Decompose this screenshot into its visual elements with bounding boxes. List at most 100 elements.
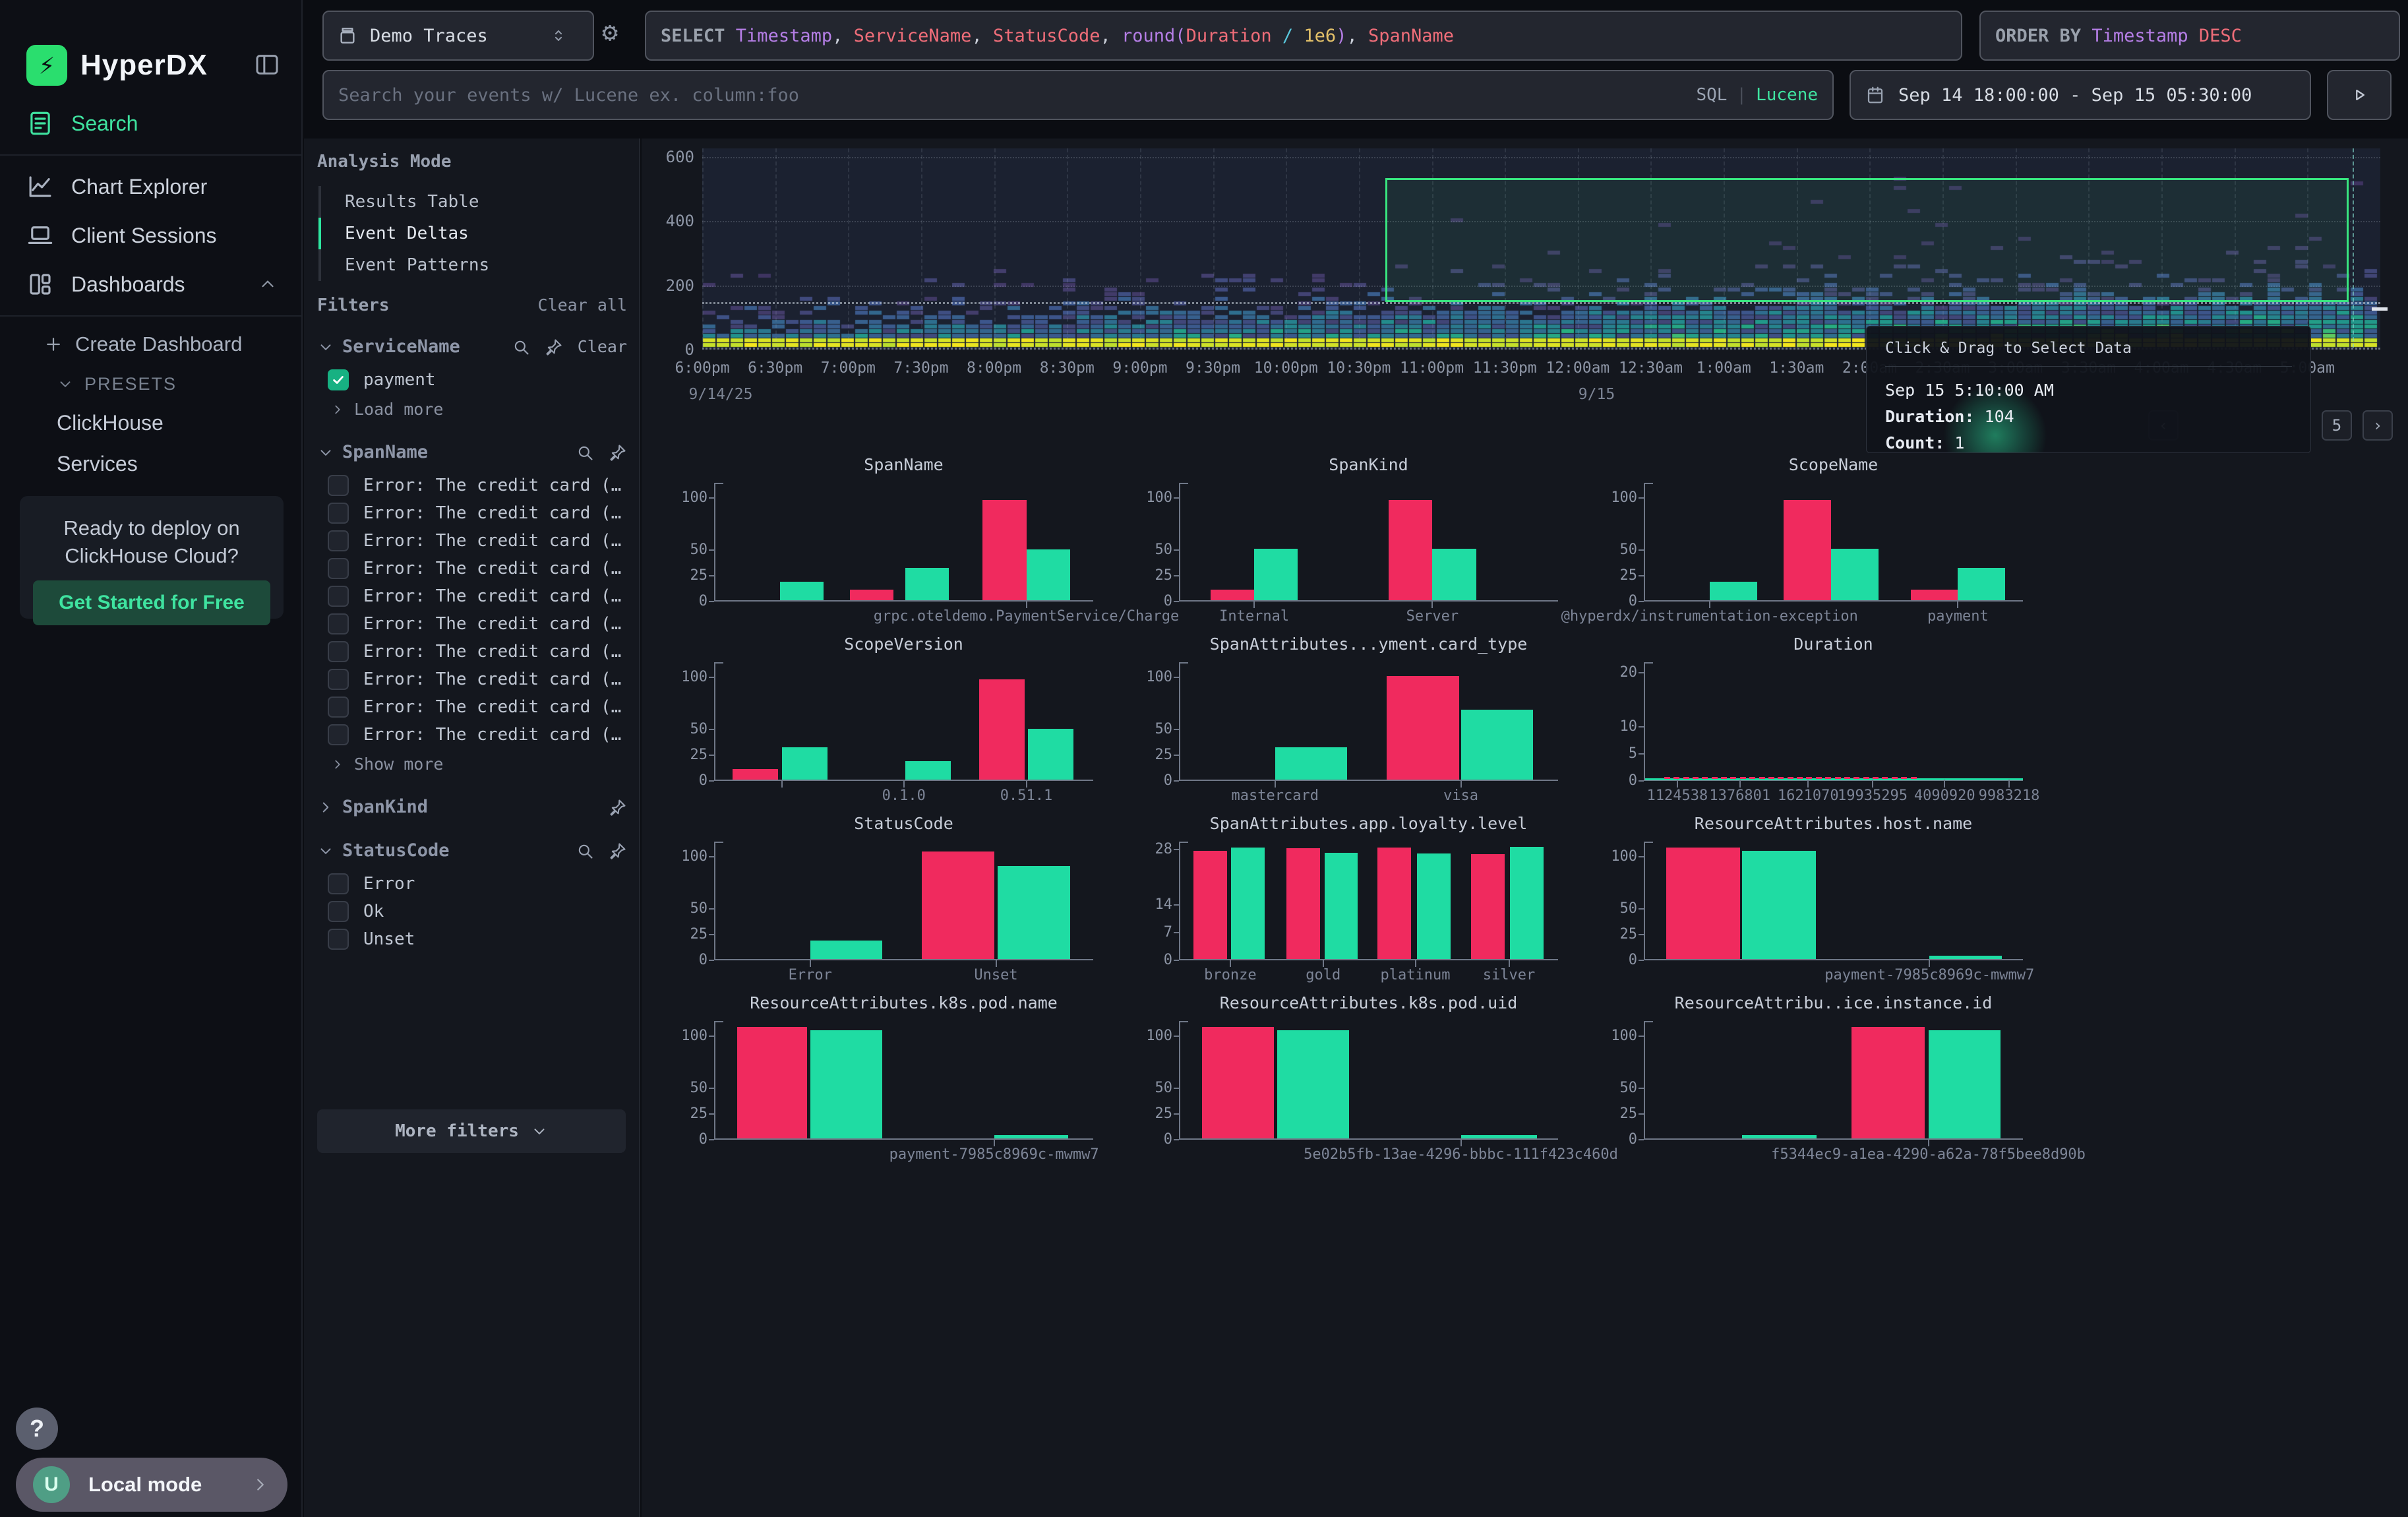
- checkbox[interactable]: [328, 558, 349, 579]
- checkbox[interactable]: [328, 613, 349, 635]
- preset-item-services[interactable]: Services: [0, 443, 301, 484]
- mini-chart-scopename[interactable]: ScopeName02550100@hyperdx/instrumentatio…: [1606, 455, 2051, 635]
- page-next-button[interactable]: ›: [2363, 410, 2393, 441]
- filter-option-error-the-credit-card-[interactable]: Error: The credit card (…: [328, 558, 621, 579]
- filter-option-error-the-credit-card-[interactable]: Error: The credit card (…: [328, 530, 621, 551]
- filter-option-unset[interactable]: Unset: [328, 929, 415, 950]
- help-button[interactable]: ?: [16, 1408, 58, 1450]
- mini-chart-resourceattributes-host-name[interactable]: ResourceAttributes.host.name02550100paym…: [1606, 814, 2051, 993]
- duration-heatmap[interactable]: 0200400600 6:00pm6:30pm7:00pm7:30pm8:00p…: [642, 139, 2408, 455]
- date-range-picker[interactable]: Sep 14 18:00:00 - Sep 15 05:30:00: [1850, 70, 2311, 120]
- mini-chart-spanattributes-app-loyalty-level[interactable]: SpanAttributes.app.loyalty.level071428br…: [1141, 814, 1586, 993]
- mini-chart-spankind[interactable]: SpanKind02550100InternalServer: [1141, 455, 1586, 635]
- analysis-mode-results-table[interactable]: Results Table: [318, 186, 489, 218]
- section-clear-button[interactable]: Clear: [578, 337, 627, 356]
- search-icon[interactable]: [576, 443, 594, 462]
- filter-option-error-the-credit-card-[interactable]: Error: The credit card (…: [328, 503, 621, 524]
- filter-option-payment[interactable]: payment: [328, 369, 436, 390]
- clear-all-button[interactable]: Clear all: [538, 295, 627, 315]
- collapse-sidebar-icon[interactable]: [254, 51, 280, 78]
- mini-chart-statuscode[interactable]: StatusCode02550100ErrorUnset: [676, 814, 1121, 993]
- checkbox[interactable]: [328, 724, 349, 745]
- green-bar: [905, 761, 951, 780]
- create-dashboard-button[interactable]: Create Dashboard: [0, 323, 301, 365]
- chevron-down-icon: [317, 444, 334, 461]
- presets-header[interactable]: PRESETS: [0, 365, 301, 402]
- query-token: ServiceName: [854, 26, 972, 46]
- checkbox[interactable]: [328, 503, 349, 524]
- y-tick-label: 50: [1139, 721, 1172, 737]
- filter-option-error-the-credit-card-[interactable]: Error: The credit card (…: [328, 586, 621, 607]
- sql-toggle[interactable]: SQL: [1696, 85, 1727, 105]
- filter-section-statuscode[interactable]: StatusCode: [317, 840, 627, 861]
- filter-option-error-the-credit-card-[interactable]: Error: The credit card (…: [328, 613, 621, 635]
- filter-section-servicename[interactable]: ServiceNameClear: [317, 336, 627, 357]
- heatmap-x-tick: 7:30pm: [893, 359, 948, 377]
- y-tick-label: 28: [1139, 841, 1172, 857]
- checkbox[interactable]: [328, 586, 349, 607]
- account-menu[interactable]: U Local mode: [16, 1458, 287, 1512]
- mini-chart-spanname[interactable]: SpanName02550100grpc.oteldemo.PaymentSer…: [676, 455, 1121, 635]
- chevron-down-icon: [57, 375, 74, 392]
- filter-option-error-the-credit-card-[interactable]: Error: The credit card (…: [328, 669, 621, 690]
- checkbox[interactable]: [328, 873, 349, 894]
- page-number[interactable]: 5: [2322, 410, 2352, 441]
- pin-icon[interactable]: [609, 842, 627, 860]
- orderby-input[interactable]: ORDER BY Timestamp DESC: [1979, 11, 2400, 61]
- sidebar-item-dashboards[interactable]: Dashboards: [0, 260, 301, 309]
- filter-section-spanname[interactable]: SpanName: [317, 442, 627, 462]
- pin-icon[interactable]: [609, 798, 627, 817]
- green-bar: [810, 1030, 882, 1138]
- y-tick-label: 100: [1139, 489, 1172, 506]
- filter-option-error[interactable]: Error: [328, 873, 415, 894]
- filter-option-error-the-credit-card-[interactable]: Error: The credit card (…: [328, 697, 621, 718]
- query-token: ORDER BY: [1995, 26, 2092, 46]
- search-icon[interactable]: [512, 338, 530, 356]
- y-tick-label: 0: [1139, 593, 1172, 609]
- selection-drag-handle[interactable]: [2372, 307, 2388, 311]
- lucene-toggle[interactable]: Lucene: [1756, 85, 1818, 105]
- filter-option-error-the-credit-card-[interactable]: Error: The credit card (…: [328, 475, 621, 496]
- analysis-mode-event-patterns[interactable]: Event Patterns: [318, 249, 489, 281]
- more-filters-button[interactable]: More filters: [317, 1109, 626, 1153]
- mini-chart-spanattributes-yment-card-type[interactable]: SpanAttributes...yment.card_type02550100…: [1141, 635, 1586, 814]
- checkbox[interactable]: [328, 475, 349, 496]
- sidebar-item-chart-explorer[interactable]: Chart Explorer: [0, 162, 301, 211]
- checkbox[interactable]: [328, 641, 349, 662]
- search-input[interactable]: [338, 85, 1683, 106]
- filter-option-error-the-credit-card-[interactable]: Error: The credit card (…: [328, 641, 621, 662]
- preset-item-clickhouse[interactable]: ClickHouse: [0, 402, 301, 443]
- mini-chart-scopeversion[interactable]: ScopeVersion025501000.1.00.51.1: [676, 635, 1121, 814]
- filter-section-spankind[interactable]: SpanKind: [317, 797, 627, 817]
- laptop-icon: [26, 222, 54, 249]
- selection-box[interactable]: [1385, 178, 2349, 302]
- search-icon[interactable]: [576, 842, 594, 860]
- select-query-input[interactable]: SELECT Timestamp, ServiceName, StatusCod…: [645, 11, 1962, 61]
- mini-chart-resourceattributes-k8s-pod-name[interactable]: ResourceAttributes.k8s.pod.name02550100p…: [676, 993, 1121, 1173]
- load-more-button[interactable]: Load more: [330, 400, 443, 419]
- show-more-button[interactable]: Show more: [330, 755, 443, 774]
- run-query-button[interactable]: [2327, 70, 2392, 120]
- checkbox[interactable]: [328, 530, 349, 551]
- red-bar: [979, 679, 1025, 780]
- analysis-mode-event-deltas[interactable]: Event Deltas: [318, 218, 489, 249]
- checkbox[interactable]: [328, 901, 349, 922]
- checkbox[interactable]: [328, 669, 349, 690]
- mini-chart-duration[interactable]: Duration05102011245381376801162107019935…: [1606, 635, 2051, 814]
- filter-option-error-the-credit-card-[interactable]: Error: The credit card (…: [328, 724, 621, 745]
- mini-chart-resourceattribu-ice-instance-id[interactable]: ResourceAttribu..ice.instance.id02550100…: [1606, 993, 2051, 1173]
- filter-option-ok[interactable]: Ok: [328, 901, 384, 922]
- checkbox[interactable]: [328, 697, 349, 718]
- mini-chart-resourceattributes-k8s-pod-uid[interactable]: ResourceAttributes.k8s.pod.uid025501005e…: [1141, 993, 1586, 1173]
- checkbox[interactable]: [328, 369, 349, 390]
- pin-icon[interactable]: [545, 338, 563, 356]
- source-select[interactable]: Demo Traces: [322, 11, 594, 61]
- sidebar-item-client-sessions[interactable]: Client Sessions: [0, 211, 301, 260]
- query-token: ): [1336, 26, 1346, 46]
- checkbox[interactable]: [328, 929, 349, 950]
- toggle-divider: |: [1736, 85, 1747, 105]
- sidebar-item-search[interactable]: Search: [0, 99, 301, 148]
- get-started-button[interactable]: Get Started for Free: [33, 580, 270, 625]
- pin-icon[interactable]: [609, 443, 627, 462]
- gear-icon[interactable]: ⚙: [602, 17, 618, 47]
